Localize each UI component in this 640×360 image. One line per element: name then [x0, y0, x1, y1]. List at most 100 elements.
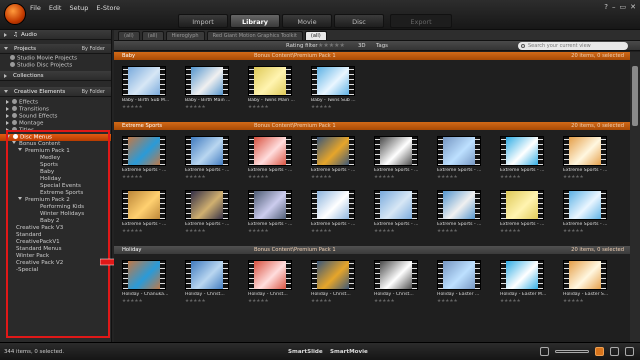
menu-thumbnail[interactable]	[311, 136, 355, 166]
tags-filter-button[interactable]: Tags	[376, 43, 388, 49]
thumbnail-rating-stars[interactable]: ★★★★★	[437, 175, 458, 180]
thumbnail-rating-stars[interactable]: ★★★★★	[248, 105, 269, 110]
zoom-slider-icon[interactable]	[555, 350, 589, 353]
thumbnail-rating-stars[interactable]: ★★★★★	[500, 229, 521, 234]
menu-thumbnail[interactable]	[500, 190, 544, 220]
maximize-icon[interactable]: ▭	[620, 3, 627, 11]
sidebar-item-baby[interactable]: Baby	[0, 169, 111, 176]
menu-thumbnail[interactable]	[248, 260, 292, 290]
sidebar-item-performing-kids[interactable]: Performing Kids	[0, 204, 111, 211]
sidebar-item-premium-pack-1[interactable]: Premium Pack 1	[0, 148, 111, 155]
sidebar-item-baby-2[interactable]: Baby 2	[0, 218, 111, 225]
sidebar-item-standard[interactable]: Standard	[0, 232, 111, 239]
sidebar-item-winter-pack[interactable]: Winter Pack	[0, 253, 111, 260]
thumbnail-rating-stars[interactable]: ★★★★★	[122, 229, 143, 234]
thumbnail-rating-stars[interactable]: ★★★★★	[374, 229, 395, 234]
menu-edit[interactable]: Edit	[49, 4, 62, 12]
menu-thumbnail[interactable]	[185, 66, 229, 96]
section-header[interactable]: Extreme Sports Bonus Content\Premium Pack…	[114, 122, 630, 130]
grid-view-icon[interactable]	[595, 347, 604, 356]
tab-library[interactable]: Library	[230, 14, 280, 28]
scrollbar-thumb[interactable]	[632, 66, 638, 126]
vertical-scrollbar[interactable]	[630, 52, 640, 342]
thumbnail-rating-stars[interactable]: ★★★★★	[248, 299, 269, 304]
sidebar-item-extreme-sports[interactable]: Extreme Sports	[0, 190, 111, 197]
sidebar-item-holiday[interactable]: Holiday	[0, 176, 111, 183]
menu-thumbnail[interactable]	[122, 190, 166, 220]
menu-file[interactable]: File	[30, 4, 41, 12]
creative-elements-header[interactable]: Creative Elements By Folder	[0, 87, 111, 97]
smartslide-button[interactable]: SmartSlide	[282, 347, 329, 357]
section-header[interactable]: Holiday Bonus Content\Premium Pack 1 20 it…	[114, 246, 630, 254]
menu-thumbnail[interactable]	[185, 136, 229, 166]
thumbnail-rating-stars[interactable]: ★★★★★	[248, 175, 269, 180]
sidebar-item-sports[interactable]: Sports	[0, 162, 111, 169]
tab-export[interactable]: Export	[390, 14, 452, 28]
thumbnail-rating-stars[interactable]: ★★★★★	[185, 105, 206, 110]
help-icon[interactable]: ?	[604, 3, 608, 11]
sidebar-item-studio-movie-projects[interactable]: Studio Movie Projects	[4, 55, 111, 62]
menu-thumbnail[interactable]	[500, 136, 544, 166]
projects-header[interactable]: Projects By Folder	[0, 44, 111, 54]
thumbnail-rating-stars[interactable]: ★★★★★	[311, 229, 332, 234]
menu-thumbnail[interactable]	[374, 260, 418, 290]
menu-thumbnail[interactable]	[185, 190, 229, 220]
sidebar-item-titles[interactable]: Titles	[0, 127, 111, 134]
thumbnail-rating-stars[interactable]: ★★★★★	[500, 175, 521, 180]
sidebar-item-premium-pack-2[interactable]: Premium Pack 2	[0, 197, 111, 204]
projects-sort-dropdown[interactable]: By Folder	[82, 44, 105, 54]
sidebar-item-disc-menus[interactable]: Disc Menus	[0, 134, 111, 141]
sidebar-item-studio-disc-projects[interactable]: Studio Disc Projects	[4, 62, 111, 69]
thumbnail-rating-stars[interactable]: ★★★★★	[185, 299, 206, 304]
location-tab[interactable]: (all)	[141, 31, 164, 40]
menu-thumbnail[interactable]	[437, 190, 481, 220]
3d-filter-button[interactable]: 3D	[358, 43, 366, 49]
thumbnail-rating-stars[interactable]: ★★★★★	[122, 175, 143, 180]
menu-thumbnail[interactable]	[563, 190, 607, 220]
menu-thumbnail[interactable]	[374, 190, 418, 220]
menu-estore[interactable]: E-Store	[96, 4, 120, 12]
tab-disc[interactable]: Disc	[334, 14, 384, 28]
sidebar-item-creative-pack-v1[interactable]: CreativePackV1	[0, 239, 111, 246]
sidebar-item-transitions[interactable]: Transitions	[0, 106, 111, 113]
thumbnail-rating-stars[interactable]: ★★★★★	[437, 229, 458, 234]
menu-thumbnail[interactable]	[500, 260, 544, 290]
thumbnail-rating-stars[interactable]: ★★★★★	[311, 105, 332, 110]
play-icon[interactable]	[625, 347, 634, 356]
thumbnail-rating-stars[interactable]: ★★★★★	[311, 175, 332, 180]
location-tab-active[interactable]: (all)	[304, 31, 327, 40]
menu-thumbnail[interactable]	[311, 190, 355, 220]
sidebar-item-special-events[interactable]: Special Events	[0, 183, 111, 190]
search-input[interactable]: Search your current view	[518, 42, 628, 50]
menu-thumbnail[interactable]	[122, 136, 166, 166]
thumbnail-rating-stars[interactable]: ★★★★★	[122, 105, 143, 110]
thumbnail-rating-stars[interactable]: ★★★★★	[374, 299, 395, 304]
info-icon[interactable]	[540, 347, 549, 356]
rating-filter-stars[interactable]: ★★★★★	[318, 42, 345, 49]
thumbnail-rating-stars[interactable]: ★★★★★	[437, 299, 458, 304]
minimize-icon[interactable]: –	[612, 3, 616, 11]
thumbnail-rating-stars[interactable]: ★★★★★	[185, 229, 206, 234]
menu-thumbnail[interactable]	[437, 136, 481, 166]
section-header[interactable]: Baby Bonus Content\Premium Pack 1 20 items…	[114, 52, 630, 60]
menu-thumbnail[interactable]	[185, 260, 229, 290]
menu-thumbnail[interactable]	[122, 66, 166, 96]
creative-sort-dropdown[interactable]: By Folder	[82, 87, 105, 97]
audio-header[interactable]: ♫ Audio	[0, 30, 111, 40]
collections-header[interactable]: Collections	[0, 71, 111, 81]
menu-thumbnail[interactable]	[563, 260, 607, 290]
thumbnail-rating-stars[interactable]: ★★★★★	[563, 299, 584, 304]
sidebar-item-standard-menus[interactable]: Standard Menus	[0, 246, 111, 253]
menu-thumbnail[interactable]	[374, 136, 418, 166]
thumbnail-rating-stars[interactable]: ★★★★★	[500, 299, 521, 304]
close-icon[interactable]: ✕	[630, 3, 636, 11]
menu-thumbnail[interactable]	[311, 260, 355, 290]
sidebar-item-special[interactable]: -Special	[0, 267, 111, 274]
sidebar-item-winter-holidays[interactable]: Winter Holidays	[0, 211, 111, 218]
thumbnail-rating-stars[interactable]: ★★★★★	[563, 175, 584, 180]
sidebar-item-effects[interactable]: Effects	[0, 99, 111, 106]
menu-thumbnail[interactable]	[437, 260, 481, 290]
menu-thumbnail[interactable]	[248, 190, 292, 220]
sidebar-item-medley[interactable]: Medley	[0, 155, 111, 162]
location-tab[interactable]: Red Giant Motion Graphics Toolkit	[206, 31, 303, 40]
